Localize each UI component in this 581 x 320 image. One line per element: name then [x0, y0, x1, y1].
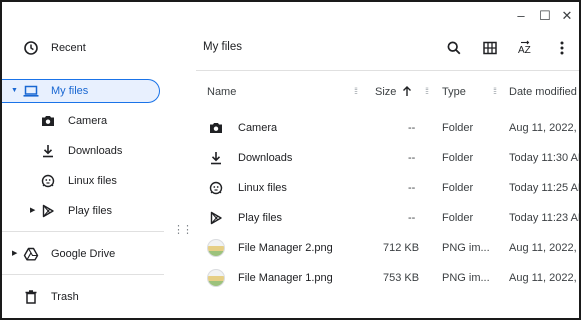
file-type: PNG im... — [442, 242, 490, 254]
sidebar-item-label: Play files — [68, 205, 113, 217]
search-icon[interactable] — [446, 40, 462, 56]
svg-text:AZ: AZ — [518, 45, 531, 56]
sidebar-item-recent[interactable]: Recent — [2, 36, 162, 60]
penguin-icon — [208, 180, 224, 196]
sidebar-item-label: Downloads — [68, 145, 123, 157]
file-size: -- — [408, 152, 416, 164]
sidebar-item-trash[interactable]: Trash — [2, 285, 162, 309]
file-date: Aug 11, 2022, ... — [509, 272, 579, 284]
expand-arrow-icon[interactable]: ▶ — [12, 249, 17, 257]
sidebar-item-downloads[interactable]: Downloads — [2, 139, 162, 163]
sidebar-resize-handle[interactable]: ⋮⋮ — [173, 225, 193, 236]
file-size: 753 KB — [383, 272, 420, 284]
camera-icon — [40, 113, 56, 129]
table-row[interactable]: File Manager 2.png 712 KB PNG im... Aug … — [196, 233, 579, 263]
column-header-date-modified[interactable]: Date modified — [509, 86, 577, 98]
sidebar-item-label: My files — [51, 85, 89, 97]
image-thumbnail — [207, 239, 225, 257]
sidebar-item-label: Camera — [68, 115, 108, 127]
grid-view-icon[interactable] — [482, 40, 498, 56]
play-store-icon — [40, 203, 56, 219]
sidebar-item-label: Google Drive — [51, 248, 116, 260]
file-name: File Manager 2.png — [238, 242, 333, 254]
file-name: Play files — [238, 212, 283, 224]
table-row[interactable]: Play files -- Folder Today 11:23 AM — [196, 203, 579, 233]
sort-az-icon[interactable]: AZ — [517, 40, 535, 56]
camera-icon — [208, 120, 224, 136]
expand-arrow-icon[interactable]: ▶ — [30, 206, 35, 214]
file-type: PNG im... — [442, 272, 490, 284]
sidebar-item-label: Recent — [51, 42, 86, 54]
more-vert-icon[interactable] — [554, 40, 570, 56]
sidebar-item-label: Linux files — [68, 175, 117, 187]
header-divider — [196, 70, 579, 71]
play-store-icon — [208, 210, 224, 226]
file-size: 712 KB — [383, 242, 420, 254]
file-type: Folder — [442, 182, 474, 194]
sidebar-item-my-files[interactable]: ▼ My files — [2, 79, 160, 103]
column-resize-handle[interactable]: ⁞⁞ — [425, 86, 429, 96]
file-name: File Manager 1.png — [238, 272, 333, 284]
file-type: Folder — [442, 152, 474, 164]
close-button[interactable]: ✕ — [559, 8, 575, 24]
laptop-icon — [23, 83, 39, 99]
page-title: My files — [203, 41, 242, 53]
column-resize-handle[interactable]: ⁞⁞ — [493, 86, 497, 96]
image-thumbnail — [207, 269, 225, 287]
drive-icon — [23, 246, 39, 262]
sort-ascending-arrow-icon[interactable] — [400, 84, 416, 100]
penguin-icon — [40, 173, 56, 189]
file-name: Camera — [238, 122, 278, 134]
file-size: -- — [408, 182, 416, 194]
minimize-button[interactable]: – — [513, 8, 529, 23]
file-date: Today 11:23 AM — [509, 212, 579, 224]
file-name: Downloads — [238, 152, 293, 164]
sidebar-item-linux-files[interactable]: Linux files — [2, 169, 162, 193]
table-row[interactable]: Downloads -- Folder Today 11:30 AM — [196, 143, 579, 173]
table-row[interactable]: File Manager 1.png 753 KB PNG im... Aug … — [196, 263, 579, 293]
sidebar-item-label: Trash — [51, 291, 79, 303]
files-app-window: – ☐ ✕ Recent ▼ My files Camera Downloads… — [0, 0, 581, 320]
column-resize-handle[interactable]: ⁞⁞ — [354, 86, 358, 96]
file-size: -- — [408, 212, 416, 224]
file-date: Today 11:25 AM — [509, 182, 579, 194]
trash-icon — [23, 289, 39, 305]
file-date: Aug 11, 2022, ... — [509, 242, 579, 254]
column-header-name[interactable]: Name — [207, 86, 236, 98]
file-name: Linux files — [238, 182, 287, 194]
sidebar-item-google-drive[interactable]: ▶ Google Drive — [2, 242, 162, 266]
column-header-size[interactable]: Size — [375, 86, 396, 98]
sidebar-divider — [2, 274, 164, 275]
expand-arrow-icon[interactable]: ▼ — [11, 87, 18, 94]
file-type: Folder — [442, 122, 474, 134]
file-date: Today 11:30 AM — [509, 152, 579, 164]
download-icon — [208, 150, 224, 166]
sidebar-item-camera[interactable]: Camera — [2, 109, 162, 133]
table-row[interactable]: Camera -- Folder Aug 11, 2022, ... — [196, 113, 579, 143]
file-type: Folder — [442, 212, 474, 224]
file-date: Aug 11, 2022, ... — [509, 122, 579, 134]
sidebar-divider — [2, 231, 164, 232]
clock-icon — [23, 40, 39, 56]
file-size: -- — [408, 122, 416, 134]
table-row[interactable]: Linux files -- Folder Today 11:25 AM — [196, 173, 579, 203]
column-header-type[interactable]: Type — [442, 86, 466, 98]
maximize-button[interactable]: ☐ — [537, 8, 553, 24]
sidebar-item-play-files[interactable]: ▶ Play files — [2, 199, 162, 223]
download-icon — [40, 143, 56, 159]
